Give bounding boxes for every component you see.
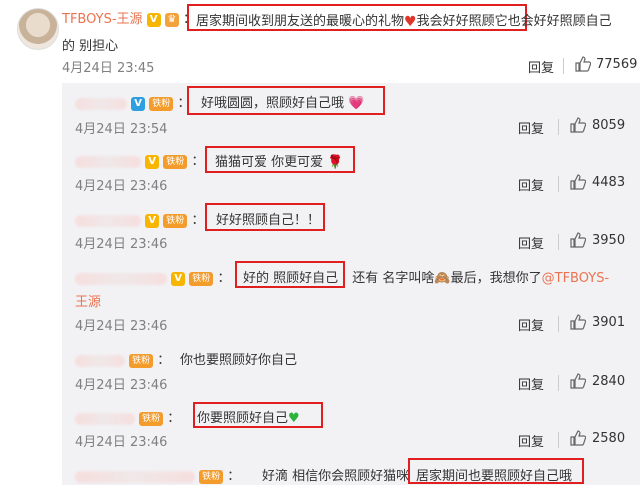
verified-badge: V — [146, 12, 161, 27]
reply-button[interactable]: 回复 — [518, 374, 544, 393]
rose-emoji-icon: 🌹 — [327, 155, 344, 170]
blurred-username — [75, 354, 125, 367]
reply-button[interactable]: 回复 — [518, 315, 544, 334]
thumbs-up-icon[interactable] — [570, 314, 586, 330]
username[interactable]: TFBOYS-王源 — [62, 12, 143, 27]
main-comment-text: 居家期间收到朋友送的最暖心的礼物♥我会好好照顾它也会好好照顾自己 — [196, 10, 612, 30]
divider — [558, 119, 559, 135]
colon: ： — [191, 154, 205, 169]
reply-button[interactable]: 回复 — [518, 233, 544, 252]
divider — [558, 234, 559, 250]
fan-level-icon: ♛ — [164, 12, 179, 27]
reply-user[interactable]: 铁粉 ： — [75, 349, 170, 368]
reply-text-4c: 最后，我想你了 — [450, 271, 542, 286]
timestamp: 4月24日 23:54 — [75, 122, 168, 137]
colon: ： — [191, 213, 205, 228]
reply-button[interactable]: 回复 — [518, 175, 544, 194]
like-count: 4483 — [592, 175, 626, 190]
fan-badge: 铁粉 — [139, 411, 164, 426]
reply-user[interactable]: V 铁粉 ： — [75, 150, 204, 169]
reply-text-6: 你要照顾好自己 — [197, 411, 289, 426]
avatar[interactable] — [17, 8, 59, 50]
mention-link[interactable]: @TFBOYS- — [542, 271, 610, 286]
fan-badge: 铁粉 — [149, 96, 174, 111]
reply-text-2: 猫猫可爱 你更可爱 — [215, 155, 324, 170]
reply-text: 你也要照顾好你自己 — [180, 353, 298, 368]
heart-emoji-icon: ♥ — [404, 13, 417, 30]
thumbs-up-icon[interactable] — [575, 56, 591, 72]
reply-text: 好好照顾自己！！ — [216, 213, 321, 228]
reply-user[interactable]: V 铁粉 ： — [75, 92, 190, 111]
thumbs-up-icon[interactable] — [570, 174, 586, 190]
main-comment-header: TFBOYS-王源 V ♛ ： — [62, 8, 196, 27]
like-count: 2840 — [592, 374, 626, 389]
main-text-a: 居家期间收到朋友送的最暖心的礼物 — [196, 14, 405, 29]
reply-text: 居家期间也要照顾好自己哦 — [416, 469, 573, 484]
reply-text: 好哦圆圆，照顾好自己哦 💗 — [201, 92, 364, 111]
colon: ： — [227, 469, 241, 484]
timestamp: 4月24日 23:46 — [75, 319, 168, 334]
like-count: 2580 — [592, 431, 626, 446]
blurred-username — [75, 272, 167, 285]
reply-button[interactable]: 回复 — [518, 118, 544, 137]
main-text-b: 我会好好照顾它 — [416, 14, 508, 29]
timestamp: 4月24日 23:46 — [75, 237, 168, 252]
timestamp: 4月24日 23:46 — [75, 378, 168, 393]
colon: ： — [167, 411, 181, 426]
fan-badge: 铁粉 — [189, 271, 214, 286]
verified-badge: V — [145, 213, 160, 228]
reply-text-4: 好的 照顾好自己 — [243, 271, 339, 286]
fan-badge: 铁粉 — [199, 469, 224, 484]
like-count: 8059 — [592, 118, 626, 133]
green-heart-icon: ♥ — [288, 411, 300, 426]
colon: ： — [217, 271, 231, 286]
reply-text: 好的 照顾好自己 还有 名字叫啥🙈最后，我想你了@TFBOYS- — [243, 267, 609, 286]
reply-text-1: 好哦圆圆，照顾好自己哦 — [201, 96, 345, 111]
reply-user[interactable]: 铁粉 ： — [75, 407, 180, 426]
thumbs-up-icon[interactable] — [570, 232, 586, 248]
reply-text-4b: 还有 名字叫啥 — [352, 271, 435, 286]
like-count: 3901 — [592, 315, 626, 330]
main-text-c: 也会好好照顾自己 — [507, 14, 612, 29]
blurred-username — [75, 97, 127, 110]
colon: ： — [157, 353, 171, 368]
reply-button[interactable]: 回复 — [528, 57, 554, 76]
monkey-emoji-icon: 🙈 — [434, 271, 451, 286]
reply-text: 猫猫可爱 你更可爱 🌹 — [215, 151, 343, 170]
divider — [558, 316, 559, 332]
main-text-line2: 的 别担心 — [62, 39, 119, 54]
reply-user[interactable]: V 铁粉 ： — [75, 209, 204, 228]
timestamp: 4月24日 23:46 — [75, 435, 168, 450]
like-count: 3950 — [592, 233, 626, 248]
reply-user[interactable]: V 铁粉 ： — [75, 267, 230, 286]
thumbs-up-icon[interactable] — [570, 430, 586, 446]
blurred-username — [75, 155, 141, 168]
timestamp: 4月24日 23:46 — [75, 179, 168, 194]
reply-text: 你要照顾好自己♥ — [197, 407, 300, 426]
blurred-username — [75, 214, 141, 227]
verified-badge: V — [145, 154, 160, 169]
timestamp: 4月24日 23:45 — [62, 61, 155, 76]
fan-badge: 铁粉 — [129, 353, 154, 368]
blurred-username — [75, 470, 195, 483]
heart-emoji-icon: 💗 — [348, 96, 365, 111]
verified-badge: V — [171, 271, 186, 286]
blurred-username — [75, 412, 135, 425]
reply-button[interactable]: 回复 — [518, 431, 544, 450]
divider — [558, 375, 559, 391]
reply-text-a: 好滴 相信你会照顾好猫咪 — [262, 469, 410, 484]
fan-badge: 铁粉 — [163, 154, 188, 169]
mention-link-cont[interactable]: 王源 — [75, 291, 101, 310]
like-count: 77569 — [596, 57, 638, 72]
verified-badge: V — [131, 96, 146, 111]
divider — [558, 176, 559, 192]
reply-user[interactable]: 铁粉 ： — [75, 465, 240, 484]
fan-badge: 铁粉 — [163, 213, 188, 228]
divider — [558, 432, 559, 448]
divider — [563, 58, 564, 74]
thumbs-up-icon[interactable] — [570, 117, 586, 133]
thumbs-up-icon[interactable] — [570, 373, 586, 389]
